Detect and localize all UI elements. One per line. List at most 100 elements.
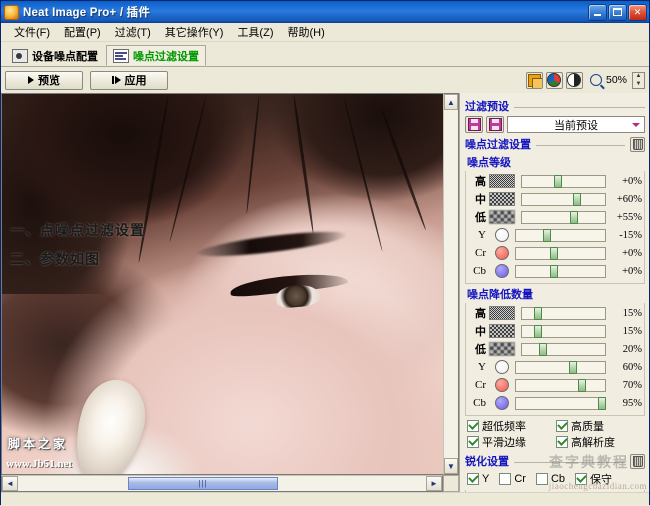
layers-icon[interactable] [525, 71, 543, 89]
preview-button[interactable]: 预览 [5, 70, 83, 90]
filter-options: 超低频率 高质量 平滑边缘 高解析度 [467, 418, 645, 450]
menu-item-help[interactable]: 帮助(H) [280, 23, 331, 41]
channel-y-icon [495, 228, 509, 242]
menu-item-profile[interactable]: 配置(P) [57, 23, 108, 41]
noise-reduction-high-slider[interactable] [521, 306, 606, 320]
canvas-vertical-scrollbar[interactable]: ▲ ▼ [443, 93, 459, 475]
row-label: Cr [475, 247, 486, 259]
noise-level-high-slider[interactable] [521, 174, 606, 188]
apply-button[interactable]: 应用 [90, 70, 168, 90]
row-value: 20% [622, 343, 642, 355]
status-bar [1, 492, 649, 506]
play-icon [28, 76, 34, 84]
noise-high-swatch [489, 306, 515, 320]
checkbox-label: 高质量 [571, 421, 604, 433]
tab-label: 设备噪点配置 [32, 50, 98, 63]
rgb-channels-icon[interactable] [545, 71, 563, 89]
preset-select-value: 当前预设 [554, 119, 598, 132]
noise-level-row-high: 高 +0% [468, 172, 642, 190]
checkbox-icon[interactable] [467, 473, 479, 485]
checkbox-icon[interactable] [535, 473, 548, 485]
main-area: 一、点噪点过滤设置 二、参数如图 形色主义---暗夜精灵 脚本之家 www.Jb… [1, 93, 649, 492]
noise-level-y-slider[interactable] [515, 228, 606, 242]
load-preset-icon[interactable] [486, 116, 504, 133]
checkbox-icon[interactable] [467, 436, 479, 448]
noise-reduction-y-slider[interactable] [515, 360, 606, 374]
channel-cr-icon [495, 246, 509, 260]
canvas-horizontal-scrollbar[interactable]: ◄ ||| ► [1, 475, 443, 492]
noise-level-mid-slider[interactable] [521, 192, 606, 206]
checkbox-sharpen-y[interactable]: Y [467, 471, 489, 487]
brightness-icon[interactable] [565, 71, 583, 89]
checkbox-very-low-freq[interactable]: 超低频率 [467, 418, 556, 434]
tab-device-noise-profile[interactable]: 设备噪点配置 [6, 45, 104, 66]
panel-watermark-url: jiaochengchazidian.com [548, 481, 647, 491]
close-button[interactable]: ✕ [628, 3, 647, 21]
noise-reduction-mid-slider[interactable] [521, 324, 606, 338]
row-label: Cb [473, 265, 486, 277]
row-value: 95% [622, 397, 642, 409]
menu-item-file[interactable]: 文件(F) [7, 23, 57, 41]
menu-item-filter[interactable]: 过滤(T) [108, 23, 158, 41]
noise-levels-title: 噪点等级 [467, 157, 511, 169]
scroll-right-arrow[interactable]: ► [426, 476, 442, 491]
noise-reduction-row-high: 高 15% [468, 304, 642, 322]
checkbox-icon[interactable] [499, 473, 512, 485]
scroll-left-arrow[interactable]: ◄ [2, 476, 18, 491]
checkbox-sharpen-cr[interactable]: Cr [499, 471, 526, 487]
noise-level-cr-slider[interactable] [515, 246, 606, 260]
hscroll-thumb[interactable]: ||| [128, 477, 278, 490]
reset-sharpening-button[interactable] [630, 453, 645, 469]
row-label: 高 [475, 308, 486, 320]
checkbox-high-resolution[interactable]: 高解析度 [556, 434, 645, 450]
zoom-stepper[interactable]: ▲ ▼ [632, 71, 645, 89]
noise-reduction-row-mid: 中 15% [468, 322, 642, 340]
row-label: 低 [475, 212, 486, 224]
tab-noise-filter-settings[interactable]: 噪点过滤设置 [106, 45, 206, 66]
noise-level-row-cr: Cr +0% [468, 244, 642, 262]
minimize-button[interactable] [588, 3, 607, 21]
row-label: 高 [475, 176, 486, 188]
watermark-site-cn: 脚本之家 [8, 437, 69, 451]
watermark-site-url: www.Jb51.net [6, 458, 73, 470]
maximize-button[interactable] [608, 3, 627, 21]
preset-select[interactable]: 当前预设 [507, 116, 645, 133]
checkbox-smooth-edges[interactable]: 平滑边缘 [467, 434, 556, 450]
noise-filter-settings-header: 噪点过滤设置 [465, 136, 645, 152]
noise-level-row-y: Y -15% [468, 226, 642, 244]
checkbox-icon[interactable] [467, 420, 479, 432]
scroll-down-arrow[interactable]: ▼ [444, 458, 458, 474]
vscroll-track[interactable] [444, 110, 458, 458]
image-preview-pane: 一、点噪点过滤设置 二、参数如图 形色主义---暗夜精灵 脚本之家 www.Jb… [1, 93, 459, 492]
noise-level-cb-slider[interactable] [515, 264, 606, 278]
channel-cb-icon [495, 396, 509, 410]
save-preset-icon[interactable] [465, 116, 483, 133]
row-label: 中 [475, 194, 486, 206]
noise-reduction-low-slider[interactable] [521, 342, 606, 356]
checkbox-label: 高解析度 [571, 437, 615, 449]
noise-reduction-row-y: Y 60% [468, 358, 642, 376]
noise-reduction-row-low: 低 20% [468, 340, 642, 358]
noise-reduction-cb-slider[interactable] [515, 396, 606, 410]
image-canvas[interactable]: 一、点噪点过滤设置 二、参数如图 形色主义---暗夜精灵 脚本之家 www.Jb… [1, 93, 443, 475]
noise-reduction-group: 高 15% 中 15% 低 20% Y 60% Cr 70% Cb 95% [465, 303, 645, 416]
menu-bar: 文件(F) 配置(P) 过滤(T) 其它操作(Y) 工具(Z) 帮助(H) [1, 23, 649, 42]
checkbox-high-quality[interactable]: 高质量 [556, 418, 645, 434]
scroll-up-arrow[interactable]: ▲ [444, 94, 458, 110]
sharpening-title: 锐化设置 [465, 456, 509, 468]
noise-reduction-cr-slider[interactable] [515, 378, 606, 392]
settings-panel: 过滤预设 当前预设 噪点过滤设置 噪点等级 高 +0% 中 +60% 低 +55… [459, 93, 649, 492]
row-value: +55% [616, 211, 642, 223]
camera-icon [12, 48, 28, 63]
noise-level-low-slider[interactable] [521, 210, 606, 224]
reset-filter-settings-button[interactable] [630, 136, 645, 152]
hscroll-track[interactable]: ||| [18, 476, 426, 491]
checkbox-label: Cr [514, 473, 526, 485]
menu-item-other[interactable]: 其它操作(Y) [158, 23, 231, 41]
row-value: -15% [619, 229, 642, 241]
row-value: +0% [622, 175, 642, 187]
checkbox-icon[interactable] [556, 436, 568, 448]
row-value: 70% [622, 379, 642, 391]
menu-item-tools[interactable]: 工具(Z) [230, 23, 280, 41]
checkbox-icon[interactable] [556, 420, 568, 432]
